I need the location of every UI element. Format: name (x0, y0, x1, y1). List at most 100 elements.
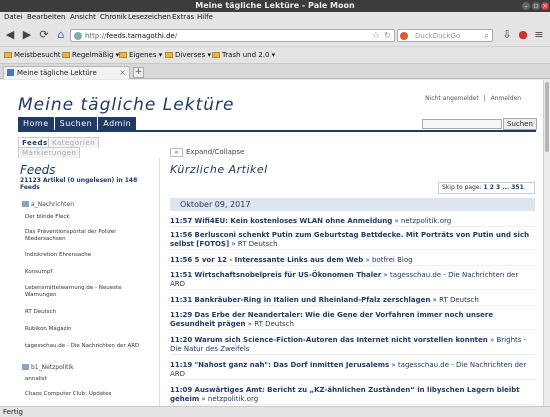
bookmark-star-icon[interactable]: ☆ (372, 31, 380, 41)
category-b1-netzpolitik[interactable]: b1_Netzpolitik (22, 364, 74, 371)
article-title[interactable]: Wifi4EU: Kein kostenloses WLAN ohne Anme… (195, 217, 393, 225)
expand-collapse-label: Expand/Collapse (186, 148, 245, 156)
article-title[interactable]: Warum sich Science-Fiction-Autoren das I… (195, 336, 488, 344)
article-source[interactable]: RT Deutsch (439, 296, 479, 304)
folder-icon (212, 52, 220, 58)
bookmark-meistbesucht[interactable]: Meistbesucht ▾ (4, 51, 66, 59)
login-link[interactable]: Anmelden (491, 95, 521, 102)
article-source[interactable]: RT Deutsch (238, 240, 278, 248)
duckduckgo-icon (400, 32, 408, 40)
article-title[interactable]: Berlusconi schenkt Putin zum Geburtstag … (170, 231, 529, 248)
feed-item[interactable]: Lebensmittelwarnung.de - Neueste Warnung… (25, 285, 153, 299)
navigation-toolbar: ◀ ▶ ⟳ ⌂ http://feeds.tamagothi.de/ ☆ ↻ D… (0, 23, 550, 47)
back-icon[interactable]: ◀ (2, 27, 18, 43)
new-tab-button[interactable]: + (133, 67, 144, 78)
nav-home[interactable]: Home (18, 117, 54, 130)
bookmark-diverses[interactable]: Diverses ▾ (165, 51, 211, 59)
bookmark-trash[interactable]: Trash und 2.0 ▾ (212, 51, 275, 59)
url-suffix: / (174, 32, 178, 40)
article-title[interactable]: "Nahost ganz nah": Das Dorf inmitten Jer… (195, 361, 390, 369)
url-bar[interactable]: http://feeds.tamagothi.de/ ☆ ↻ (70, 29, 395, 42)
feed-item[interactable]: Rubikon Magazin (25, 326, 153, 333)
url-reload-icon[interactable]: ↻ (384, 31, 391, 40)
menu-icon[interactable]: ≡ (531, 27, 547, 43)
download-icon[interactable]: ⇩ (499, 27, 515, 43)
menu-chronik[interactable]: Chronik (100, 13, 127, 21)
maximize-button[interactable]: ▫ (532, 2, 540, 10)
nav-admin[interactable]: Admin (98, 117, 137, 130)
url-domain: feeds.tamagothi.de (106, 32, 175, 40)
page-content: Meine tägliche Lektüre Nicht angemeldet … (0, 80, 543, 406)
minimize-button[interactable]: – (522, 2, 530, 10)
article-row[interactable]: 11:56 Berlusconi schenkt Putin zum Gebur… (170, 231, 535, 250)
status-text: Fertig (3, 408, 23, 416)
reload-icon[interactable]: ⟳ (36, 27, 52, 43)
url-prefix: http:// (85, 32, 107, 40)
close-tab-icon[interactable]: × (119, 68, 126, 77)
feed-item[interactable]: annalist (25, 376, 153, 383)
feed-item[interactable]: Indiskretion Ehrensache (25, 252, 153, 259)
site-search-input[interactable] (422, 119, 502, 129)
bookmark-eigenes[interactable]: Eigenes ▾ (119, 51, 162, 59)
page-scrollbar[interactable] (543, 80, 550, 406)
site-search-button[interactable]: Suchen (503, 118, 537, 130)
feed-item[interactable]: Chaos Computer Club: Updates (25, 391, 153, 398)
login-separator: | (483, 95, 486, 102)
article-row[interactable]: 11:51 Wirtschaftsnobelpreis für US-Ökono… (170, 271, 535, 290)
forward-icon[interactable]: ▶ (19, 27, 35, 43)
expand-collapse[interactable]: «Expand/Collapse (170, 148, 244, 157)
site-title: Meine tägliche Lektüre (18, 95, 235, 115)
menu-extras[interactable]: Extras (172, 13, 194, 21)
main-title: Kürzliche Artikel (170, 163, 268, 176)
feed-item[interactable]: Das Präventionsportal der Polizei Nieder… (25, 229, 153, 243)
article-row[interactable]: 11:19 "Nahost ganz nah": Das Dorf inmitt… (170, 361, 535, 380)
article-row[interactable]: 11:09 Auswärtiges Amt: Bericht zu „KZ-äh… (170, 386, 535, 405)
article-source[interactable]: botfrei Blog (372, 256, 413, 264)
addon-icon[interactable]: ● (515, 27, 531, 43)
feed-item[interactable]: Konsumpf (25, 269, 153, 276)
tab-strip: Meine tägliche Lektüre × + (0, 64, 550, 79)
article-row[interactable]: 11:56 5 vor 12 - Interessante Links aus … (170, 256, 535, 266)
search-icon[interactable]: ⌕ (485, 31, 489, 41)
article-row[interactable]: 11:29 Das Erbe der Neandertaler: Wie die… (170, 311, 535, 330)
bookmark-regelmaessig[interactable]: Regelmäßig ▾ (62, 51, 119, 59)
article-source[interactable]: RT Deutsch (254, 320, 294, 328)
article-row[interactable]: 11:31 Bankräuber-Ring in Italien und Rhe… (170, 296, 535, 306)
article-title[interactable]: Das Erbe der Neandertaler: Wie die Gene … (170, 311, 493, 328)
search-bar[interactable]: DuckDuckGo ⌕ (397, 29, 493, 42)
menu-bearbeiten[interactable]: Bearbeiten (27, 13, 65, 21)
menu-lesezeichen[interactable]: Lesezeichen (128, 13, 171, 21)
feed-item[interactable]: tagesschau.de - Die Nachrichten der ARD (25, 343, 153, 350)
close-window-button[interactable]: × (541, 2, 549, 10)
article-row[interactable]: 11:57 Wifi4EU: Kein kostenloses WLAN ohn… (170, 217, 535, 227)
globe-icon (74, 32, 82, 40)
menu-datei[interactable]: Datei (4, 13, 23, 21)
home-icon[interactable]: ⌂ (53, 27, 69, 43)
login-text: Nicht angemeldet (425, 95, 479, 102)
feeds-title: Feeds (20, 163, 56, 177)
article-source[interactable]: netzpolitik.org (401, 217, 451, 225)
pager-pages[interactable]: 1 2 3 ... 351 (484, 184, 524, 191)
category-folder-icon (22, 364, 29, 370)
article-title[interactable]: Wirtschaftsnobelpreis für US-Ökonomen Th… (195, 271, 382, 279)
tab-markierungen[interactable]: Markierungen (18, 147, 81, 158)
folder-icon (165, 52, 173, 58)
window-title: Meine tägliche Lektüre - Pale Moon (195, 1, 355, 10)
article-title[interactable]: Bankräuber-Ring in Italien und Rheinland… (195, 296, 431, 304)
menu-bar: Datei Bearbeiten Ansicht Chronik Lesezei… (0, 12, 550, 23)
login-status: Nicht angemeldet | Anmelden (422, 95, 521, 102)
category-a-nachrichten[interactable]: a_Nachrichten (22, 201, 74, 208)
scrollbar-thumb[interactable] (545, 82, 549, 152)
nav-suchen[interactable]: Suchen (54, 117, 98, 130)
article-source[interactable]: netzpolitik.org (208, 395, 258, 403)
feed-item[interactable]: RT Deutsch (25, 309, 153, 316)
article-title[interactable]: 5 vor 12 - Interessante Links aus dem We… (195, 256, 364, 264)
feed-item[interactable]: Der blinde Fleck (25, 214, 153, 221)
menu-hilfe[interactable]: Hilfe (197, 13, 213, 21)
article-row[interactable]: 11:20 Warum sich Science-Fiction-Autoren… (170, 336, 535, 355)
bookmarks-toolbar: Meistbesucht ▾ Regelmäßig ▾ Eigenes ▾ Di… (0, 47, 550, 64)
collapse-sidebar-button[interactable]: « (170, 148, 183, 157)
search-placeholder: DuckDuckGo (415, 32, 461, 40)
tab-current[interactable]: Meine tägliche Lektüre × (3, 66, 130, 79)
menu-ansicht[interactable]: Ansicht (70, 13, 96, 21)
